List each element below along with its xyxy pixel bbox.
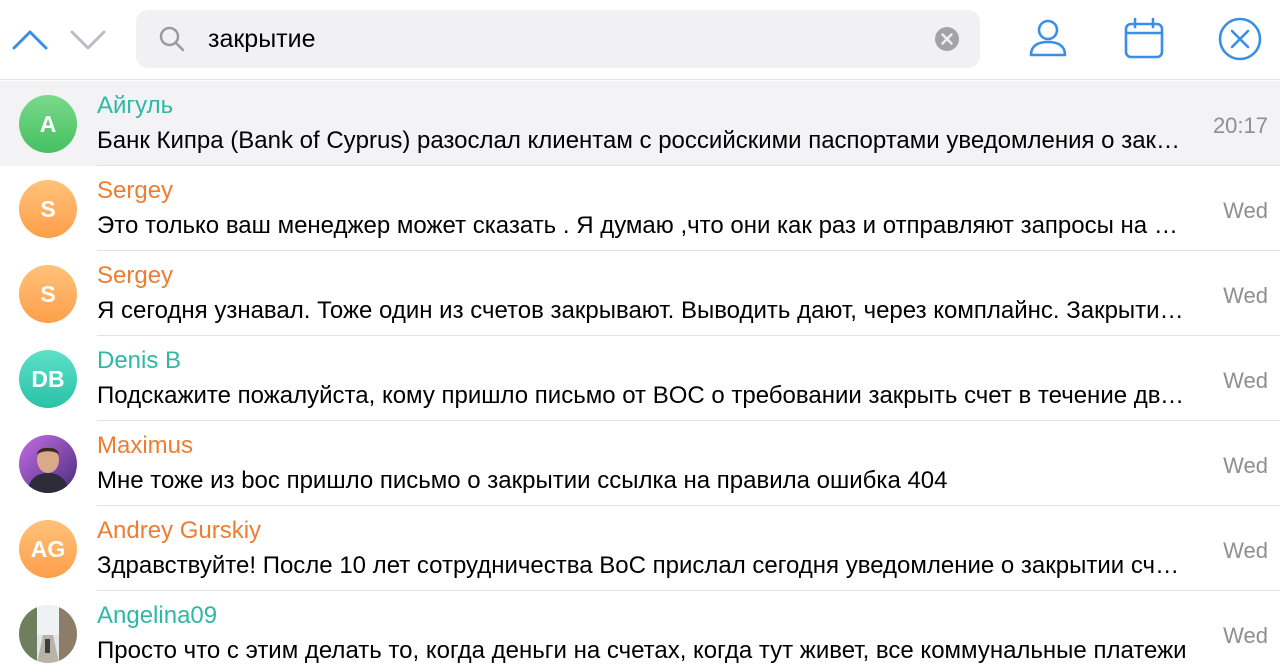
result-row[interactable]: S Sergey Я сегодня узнавал. Тоже один из…	[0, 251, 1280, 336]
message-preview: Банк Кипра (Bank of Cyprus) разослал кли…	[97, 127, 1187, 154]
message-preview: Я сегодня узнавал. Тоже один из счетов з…	[97, 297, 1187, 324]
calendar-icon[interactable]	[1120, 15, 1168, 63]
result-row[interactable]: S Sergey Это только ваш менеджер может с…	[0, 166, 1280, 251]
sender-name: Sergey	[97, 262, 174, 289]
result-row[interactable]: DB Denis B Подскажите пожалуйста, кому п…	[0, 336, 1280, 421]
result-row[interactable]: AG Andrey Gurskiy Здравствуйте! После 10…	[0, 506, 1280, 591]
search-input[interactable]	[208, 19, 908, 59]
message-time: Wed	[1223, 538, 1268, 563]
search-icon	[158, 25, 186, 53]
avatar-initials: S	[40, 195, 56, 222]
sender-name: Andrey Gurskiy	[97, 517, 262, 544]
avatar: DB	[19, 350, 77, 408]
message-preview: Подскажите пожалуйста, кому пришло письм…	[97, 382, 1187, 409]
avatar: S	[19, 180, 77, 238]
sender-name: Maximus	[97, 432, 194, 459]
user-icon[interactable]	[1024, 15, 1072, 63]
message-preview: Это только ваш менеджер может сказать . …	[97, 212, 1187, 239]
result-row[interactable]: Maximus Мне тоже из boc пришло письмо о …	[0, 421, 1280, 506]
message-preview: Здравствуйте! После 10 лет сотрудничеств…	[97, 552, 1187, 579]
close-icon[interactable]	[1216, 15, 1264, 63]
avatar: S	[19, 265, 77, 323]
message-time: Wed	[1223, 453, 1268, 478]
avatar-initials: AG	[30, 535, 66, 562]
avatar: AG	[19, 520, 77, 578]
message-time: Wed	[1223, 368, 1268, 393]
avatar-initials: А	[39, 110, 57, 137]
message-time: Wed	[1223, 623, 1268, 648]
chevron-down-icon[interactable]	[68, 20, 108, 60]
message-preview: Просто что с этим делать то, когда деньг…	[97, 637, 1187, 664]
message-time: 20:17	[1212, 113, 1268, 138]
avatar-initials: DB	[31, 365, 65, 392]
clear-icon[interactable]	[933, 25, 961, 53]
sender-name: Sergey	[97, 177, 174, 204]
chevron-up-icon[interactable]	[10, 20, 50, 60]
message-preview: Мне тоже из boc пришло письмо о закрытии…	[97, 467, 948, 494]
sender-name: Айгуль	[97, 92, 174, 119]
avatar-initials: S	[40, 280, 56, 307]
message-time: Wed	[1223, 198, 1268, 223]
search-box	[136, 10, 980, 68]
avatar-photo	[19, 605, 77, 663]
result-row[interactable]: Angelina09 Просто что с этим делать то, …	[0, 591, 1280, 672]
avatar: А	[19, 95, 77, 153]
search-results-list: А Айгуль Банк Кипра (Bank of Cyprus) раз…	[0, 81, 1280, 672]
avatar-photo	[19, 435, 77, 493]
message-time: Wed	[1223, 283, 1268, 308]
search-toolbar	[0, 0, 1280, 80]
result-row[interactable]: А Айгуль Банк Кипра (Bank of Cyprus) раз…	[0, 81, 1280, 166]
sender-name: Denis B	[97, 347, 182, 374]
sender-name: Angelina09	[97, 602, 218, 629]
